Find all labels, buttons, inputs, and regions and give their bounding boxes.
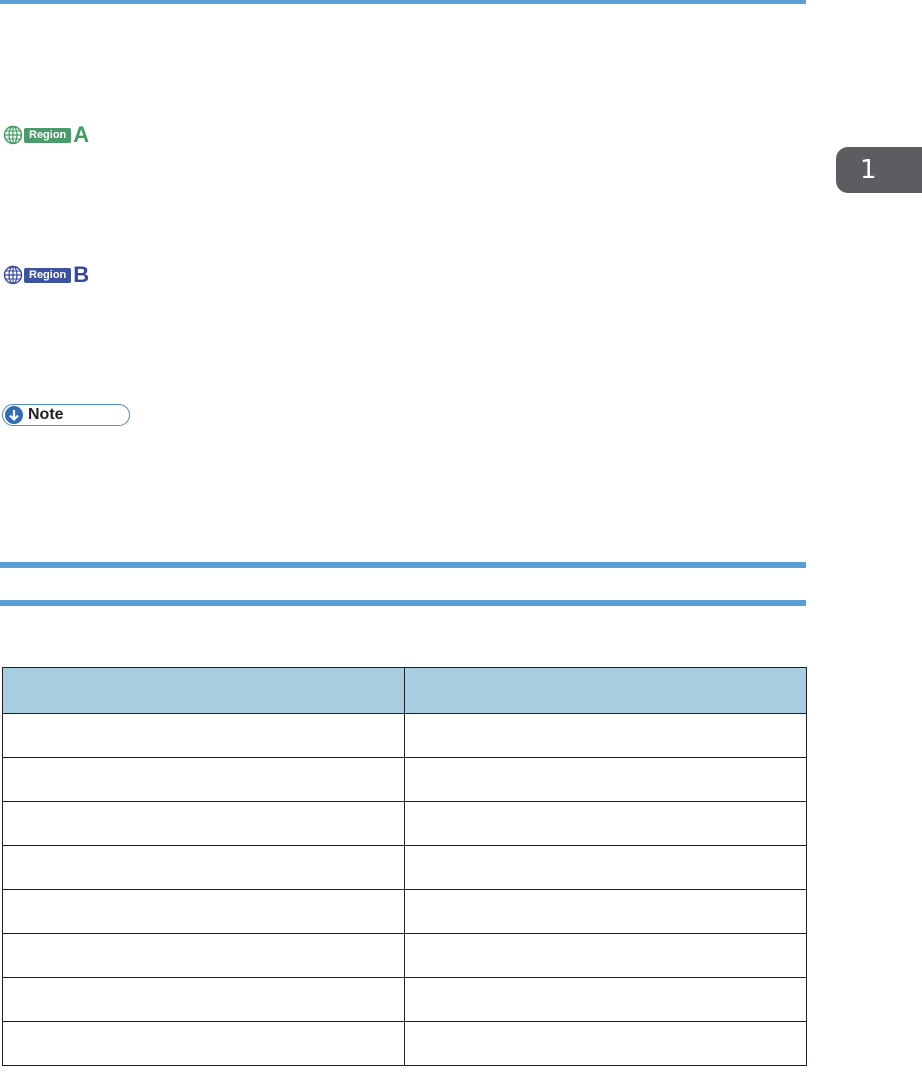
region-letter: B	[73, 262, 90, 287]
table-row	[2, 713, 807, 758]
table-cell	[403, 1021, 807, 1066]
top-rule	[0, 0, 806, 4]
table-cell	[403, 713, 807, 758]
table-cell	[2, 933, 405, 978]
table-cell	[2, 845, 405, 890]
table-cell	[2, 1021, 405, 1066]
table-header-cell	[403, 667, 807, 714]
note-heading: Note	[2, 404, 130, 426]
table-cell	[403, 889, 807, 934]
region-letter: A	[73, 122, 90, 147]
section-rule-bottom	[0, 600, 806, 606]
region-a-marker: Region A	[3, 124, 89, 146]
table-cell	[2, 889, 405, 934]
chapter-number: 1	[860, 155, 877, 185]
table-cell	[403, 977, 807, 1022]
globe-icon	[3, 125, 23, 145]
table-cell	[2, 801, 405, 846]
table-cell	[2, 713, 405, 758]
chapter-tab[interactable]: 1	[836, 147, 922, 193]
table-header-cell	[2, 667, 405, 714]
spec-table	[2, 667, 807, 1066]
table-row	[2, 933, 807, 978]
region-label: Region	[24, 267, 72, 283]
region-label: Region	[24, 127, 72, 143]
table-row	[2, 977, 807, 1022]
table-row	[2, 845, 807, 890]
table-row	[2, 889, 807, 934]
table-row	[2, 801, 807, 846]
table-cell	[403, 845, 807, 890]
table-header-row	[2, 667, 807, 714]
table-row	[2, 1021, 807, 1066]
table-cell	[403, 801, 807, 846]
section-rule-top	[0, 562, 806, 568]
table-row	[2, 757, 807, 802]
table-cell	[403, 757, 807, 802]
table-cell	[2, 977, 405, 1022]
down-arrow-icon	[5, 406, 23, 424]
table-cell	[2, 757, 405, 802]
globe-icon	[3, 265, 23, 285]
note-label: Note	[28, 406, 64, 423]
table-cell	[403, 933, 807, 978]
region-b-marker: Region B	[3, 264, 89, 286]
